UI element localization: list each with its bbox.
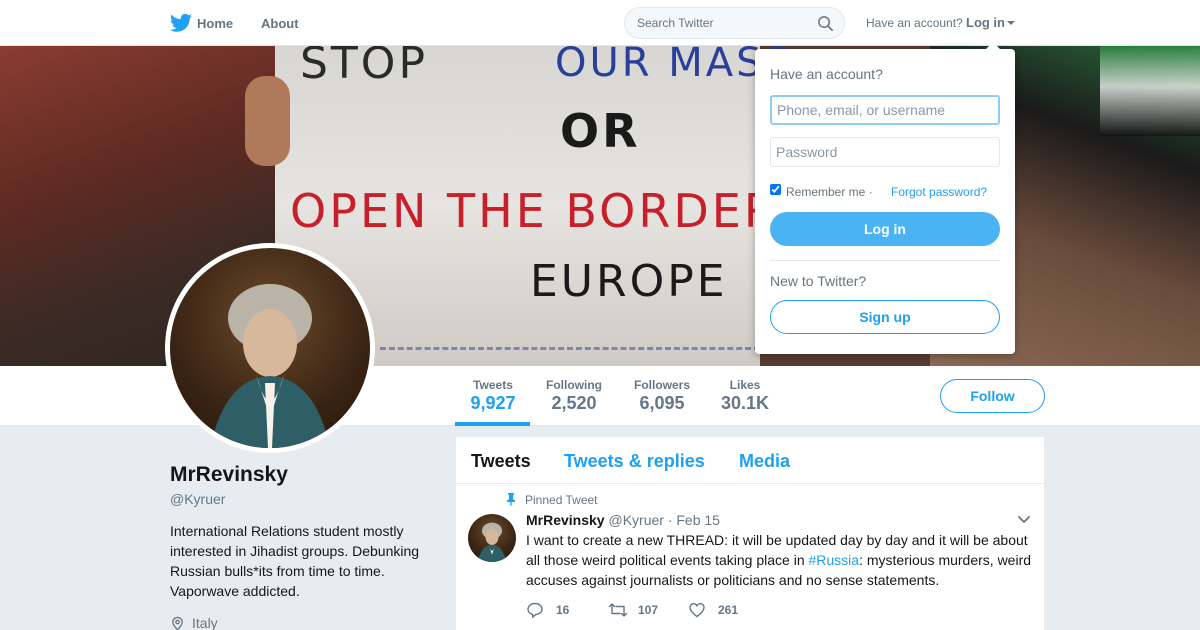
tweet-header: MrRevinsky @Kyruer · Feb 15: [526, 512, 720, 528]
stat-tweets[interactable]: Tweets 9,927: [470, 378, 516, 414]
signup-button[interactable]: Sign up: [770, 300, 1000, 334]
stat-value: 9,927: [470, 393, 516, 413]
forgot-password-link[interactable]: Forgot password?: [891, 185, 987, 199]
new-to-twitter-text: New to Twitter?: [770, 273, 867, 289]
sign-text-line: STOP: [300, 46, 428, 89]
dropdown-caret: [985, 42, 1001, 50]
heart-icon: [689, 602, 705, 618]
portrait-image: [210, 284, 330, 448]
tweet-avatar[interactable]: [468, 514, 516, 562]
retweet-icon: [608, 603, 628, 617]
stat-label: Following: [546, 378, 602, 392]
twitter-bird-icon[interactable]: [170, 13, 192, 33]
stat-likes[interactable]: Likes 30.1K: [721, 378, 769, 414]
avatar[interactable]: [165, 243, 375, 453]
tweet-author-name[interactable]: MrRevinsky: [526, 512, 605, 528]
nav-about-link[interactable]: About: [261, 16, 299, 31]
have-account-text: Have an account?: [866, 16, 963, 30]
retweet-count: 107: [638, 603, 659, 617]
tweet-timestamp[interactable]: · Feb 15: [668, 512, 720, 528]
login-button[interactable]: Log in: [770, 212, 1000, 246]
reply-icon: [527, 602, 543, 619]
sign-text-line: EUROPE: [530, 256, 728, 307]
timeline-tabs: Tweets Tweets & replies Media: [456, 437, 1044, 484]
chevron-down-icon[interactable]: [1017, 515, 1031, 525]
stat-value: 6,095: [639, 393, 685, 413]
hashtag-link[interactable]: #Russia: [809, 552, 860, 568]
tab-media[interactable]: Media: [739, 451, 790, 472]
dropdown-heading: Have an account?: [770, 66, 883, 82]
divider: [770, 260, 1000, 261]
search-placeholder: Search Twitter: [637, 16, 714, 30]
tweet-text: I want to create a new THREAD: it will b…: [526, 532, 1032, 588]
like-count: 261: [718, 603, 739, 617]
username-field[interactable]: [770, 95, 1000, 125]
location-pin-icon: [172, 616, 183, 630]
sign-text-line: OR: [560, 104, 641, 158]
stat-value: 2,520: [551, 393, 597, 413]
follow-button[interactable]: Follow: [940, 379, 1045, 413]
stat-value: 30.1K: [721, 393, 770, 413]
profile-name[interactable]: MrRevinsky: [170, 463, 288, 487]
login-dropdown-toggle[interactable]: Log in: [966, 15, 1005, 30]
stat-label: Tweets: [473, 378, 513, 392]
timeline: Tweets Tweets & replies Media Pinned Twe…: [456, 437, 1044, 630]
stat-following[interactable]: Following 2,520: [545, 378, 603, 414]
tweet-author-handle[interactable]: @Kyruer: [608, 512, 663, 528]
pin-icon: [507, 493, 515, 506]
chevron-down-icon[interactable]: [1007, 21, 1015, 25]
remember-me-checkbox[interactable]: [770, 184, 781, 195]
search-input[interactable]: Search Twitter: [624, 7, 845, 39]
password-field[interactable]: [770, 137, 1000, 167]
search-icon[interactable]: [817, 15, 834, 32]
remember-me-label[interactable]: Remember me ·: [786, 185, 873, 199]
flag: [1100, 46, 1200, 136]
login-dropdown: Have an account? Remember me · Forgot pa…: [755, 42, 1015, 354]
stat-label: Followers: [633, 378, 690, 392]
profile-handle[interactable]: @Kyruer: [170, 491, 225, 507]
portrait-image: [477, 522, 507, 562]
nav-home-link[interactable]: Home: [197, 16, 233, 31]
tab-tweets[interactable]: Tweets: [471, 451, 531, 472]
sign-text-line: OPEN THE BORDERS: [290, 184, 811, 238]
tab-tweets-and-replies[interactable]: Tweets & replies: [564, 451, 705, 472]
top-navigation: Home About Search Twitter Have an accoun…: [0, 0, 1200, 46]
location-text: Italy: [192, 615, 218, 630]
active-tab-indicator: [455, 422, 530, 426]
stat-label: Likes: [729, 378, 761, 392]
reply-count: 16: [556, 603, 570, 617]
avatar-image: [170, 248, 370, 448]
profile-bio: International Relations student mostly i…: [170, 523, 420, 599]
stat-followers[interactable]: Followers 6,095: [633, 378, 691, 414]
